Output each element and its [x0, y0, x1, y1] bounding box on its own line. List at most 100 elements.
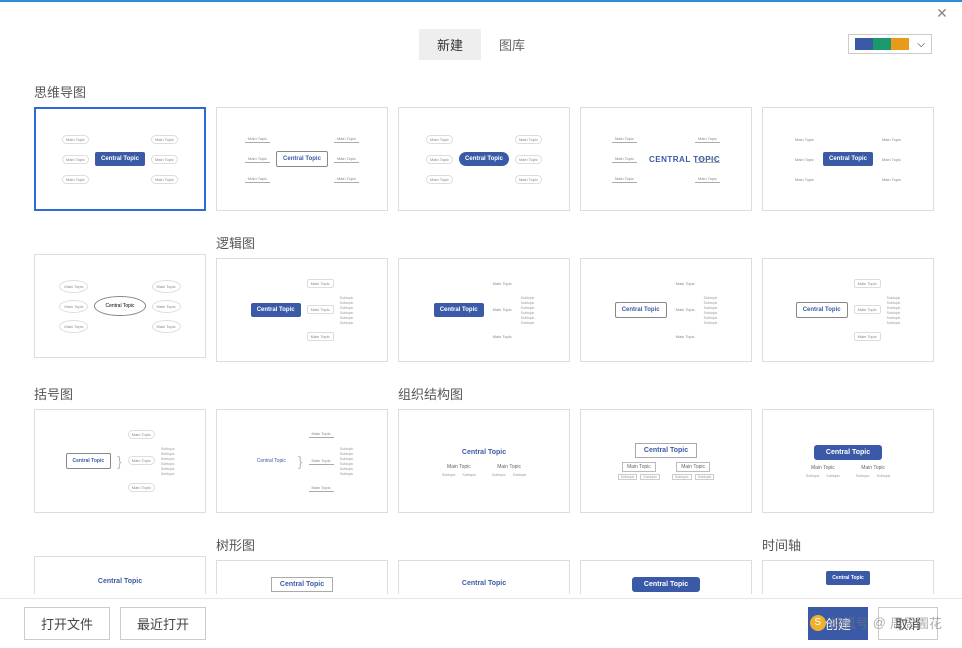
- color-swatch-orange: [891, 38, 909, 50]
- node-main: Main Topic: [334, 135, 359, 143]
- node-central: Central Topic: [434, 303, 484, 317]
- node-main: Main Topic: [245, 135, 270, 143]
- node-main: Main Topic: [879, 136, 904, 143]
- template-org-1[interactable]: Central Topic Main TopicSubtopicSubtopic…: [398, 409, 570, 513]
- color-swatch-green: [873, 38, 891, 50]
- template-tree-3[interactable]: Central Topic Main TopicMain Topic: [580, 560, 752, 594]
- node-main: Main Topic: [695, 135, 720, 143]
- template-timeline-1[interactable]: Central Topic: [762, 560, 934, 594]
- node-main: Main Topic: [152, 320, 181, 333]
- node-central: Central Topic: [251, 303, 301, 317]
- node-central: Central Topic: [615, 302, 667, 318]
- node-central: Central Topic: [814, 445, 882, 460]
- node-main: Main Topic: [695, 175, 720, 183]
- create-button[interactable]: 创建: [808, 607, 868, 640]
- node-main: Main Topic: [309, 484, 334, 492]
- node-main: Main Topic: [612, 135, 637, 143]
- node-main: Main Topic: [673, 306, 698, 313]
- node-main: Main Topic: [334, 175, 359, 183]
- header: 新建 图库 ⌵: [0, 24, 962, 64]
- node-main: Main Topic: [152, 280, 181, 293]
- node-main: Main Topic: [307, 305, 334, 314]
- template-logic-4[interactable]: Central Topic Main TopicMain TopicMain T…: [762, 258, 934, 362]
- node-central: Central Topic: [95, 152, 145, 166]
- chevron-down-icon: ⌵: [917, 39, 925, 50]
- node-central: Central Topic: [94, 296, 145, 316]
- node-main: Main Topic: [695, 155, 720, 163]
- template-org-2[interactable]: Central Topic Main TopicSubtopicSubtopic…: [580, 409, 752, 513]
- tab-new[interactable]: 新建: [419, 29, 481, 60]
- node-central: Central Topic: [459, 152, 509, 166]
- node-main: Main Topic: [612, 175, 637, 183]
- node-main: Main Topic: [62, 135, 89, 144]
- node-main: Main Topic: [62, 175, 89, 184]
- node-main: Main Topic: [426, 175, 453, 184]
- template-mindmap-2[interactable]: Main Topic Main Topic Main Topic Central T…: [216, 107, 388, 211]
- node-central: Central Topic: [90, 575, 150, 588]
- node-main: Main Topic: [245, 155, 270, 163]
- footer: 打开文件 最近打开 创建 取消: [0, 598, 962, 648]
- node-central: Central Topic: [826, 571, 870, 585]
- node-main: Main Topic: [854, 279, 881, 288]
- node-main: Main Topic: [307, 279, 334, 288]
- node-main: Main Topic: [309, 430, 334, 438]
- template-bracket-1[interactable]: Central Topic } Main TopicMain TopicMain…: [34, 409, 206, 513]
- node-central: Central Topic: [635, 443, 697, 458]
- template-tree-0[interactable]: Central Topic: [34, 556, 206, 594]
- section-tree-label: 树形图: [216, 535, 752, 554]
- template-logic-2[interactable]: Central Topic Main TopicMain TopicMain T…: [398, 258, 570, 362]
- node-main: Main Topic: [879, 176, 904, 183]
- node-central: Central Topic: [276, 151, 328, 167]
- node-main: Main Topic: [307, 332, 334, 341]
- template-mindmap-4[interactable]: Main TopicMain TopicMain Topic CENTRAL T…: [580, 107, 752, 211]
- node-central: Central Topic: [271, 577, 333, 592]
- template-bracket-2[interactable]: Central Topic } Main TopicMain TopicMain…: [216, 409, 388, 513]
- node-main: Main Topic: [426, 155, 453, 164]
- section-mindmap-grid: Main Topic Main Topic Main Topic Central T…: [34, 107, 928, 211]
- template-logic-3[interactable]: Central Topic Main TopicMain TopicMain T…: [580, 258, 752, 362]
- titlebar: ✕: [0, 0, 962, 24]
- node-main: Main Topic: [792, 176, 817, 183]
- node-main: Main Topic: [128, 456, 155, 465]
- color-theme-picker[interactable]: ⌵: [848, 34, 932, 54]
- node-main: Main Topic: [490, 306, 515, 313]
- section-timeline-label: 时间轴: [762, 535, 934, 554]
- node-main: Main Topic: [309, 457, 334, 465]
- node-central: Central Topic: [251, 454, 292, 468]
- template-org-3[interactable]: Central Topic Main TopicSubtopicSubtopic…: [762, 409, 934, 513]
- template-mindmap-6[interactable]: Main Topic Main Topic Main Topic Central T…: [34, 254, 206, 358]
- template-content: 思维导图 Main Topic Main Topic Main Topic Cent…: [0, 64, 962, 594]
- node-main: Main Topic: [245, 175, 270, 183]
- template-logic-1[interactable]: Central Topic Main Topic Main Topic Main T…: [216, 258, 388, 362]
- close-button[interactable]: ✕: [922, 2, 962, 24]
- node-main: Main Topic: [854, 332, 881, 341]
- cancel-button[interactable]: 取消: [878, 607, 938, 640]
- template-mindmap-3[interactable]: Main Topic Main Topic Main Topic Central T…: [398, 107, 570, 211]
- tab-gallery[interactable]: 图库: [481, 29, 543, 60]
- open-file-button[interactable]: 打开文件: [24, 607, 110, 640]
- node-main: Main Topic: [515, 135, 542, 144]
- node-central: Central Topic: [632, 577, 700, 592]
- node-main: Main Topic: [128, 430, 155, 439]
- node-main: Main Topic: [612, 155, 637, 163]
- node-main: Main Topic: [334, 155, 359, 163]
- section-logic-label: 逻辑图: [216, 233, 934, 252]
- template-tree-2[interactable]: Central Topic Main TopicMain Topic: [398, 560, 570, 594]
- template-mindmap-1[interactable]: Main Topic Main Topic Main Topic Central T…: [34, 107, 206, 211]
- node-main: Main Topic: [792, 136, 817, 143]
- section-org-label: 组织结构图: [398, 384, 934, 403]
- node-main: Main Topic: [490, 333, 515, 340]
- node-main: Main Topic: [792, 156, 817, 163]
- node-main: Main Topic: [151, 135, 178, 144]
- template-tree-1[interactable]: Central Topic Main TopicMain Topic: [216, 560, 388, 594]
- tab-bar: 新建 图库: [419, 29, 543, 60]
- node-main: Main Topic: [854, 305, 881, 314]
- section-tree-label-blank: [34, 535, 206, 550]
- recent-button[interactable]: 最近打开: [120, 607, 206, 640]
- node-main: Main Topic: [59, 280, 88, 293]
- section-mindmap-label: 思维导图: [34, 82, 928, 101]
- node-main: Main Topic: [62, 155, 89, 164]
- template-mindmap-5[interactable]: Main TopicMain TopicMain Topic Central T…: [762, 107, 934, 211]
- node-main: Main Topic: [879, 156, 904, 163]
- node-main: Main Topic: [151, 175, 178, 184]
